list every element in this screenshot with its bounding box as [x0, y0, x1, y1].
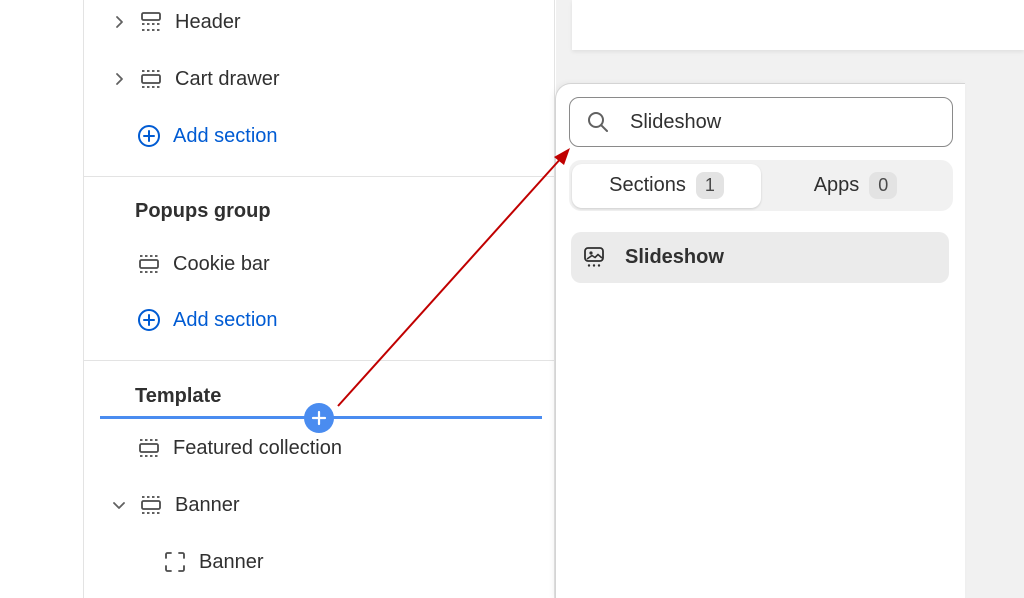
slideshow-icon — [583, 246, 607, 270]
add-section-button[interactable]: Add section — [137, 118, 278, 154]
sidebar-item-label: Cookie bar — [173, 252, 270, 275]
header-section-icon — [139, 10, 163, 34]
section-icon — [137, 436, 161, 460]
group-divider — [84, 176, 554, 177]
tab-sections[interactable]: Sections 1 — [572, 163, 761, 208]
result-label: Slideshow — [625, 246, 724, 268]
plus-circle-icon — [137, 124, 161, 148]
picker-tabs: Sections 1 Apps 0 — [569, 160, 953, 211]
plus-icon — [311, 410, 327, 426]
tab-label: Apps — [813, 174, 860, 196]
chevron-down-icon[interactable] — [109, 495, 129, 515]
sidebar-item-label: Header — [175, 10, 241, 33]
sidebar-item-banner[interactable]: Banner — [109, 487, 240, 523]
search-icon — [586, 110, 610, 134]
section-icon — [139, 493, 163, 517]
search-field[interactable] — [569, 97, 953, 147]
tab-label: Sections — [609, 174, 686, 196]
result-item-slideshow[interactable]: Slideshow — [571, 232, 949, 283]
count-badge: 0 — [869, 172, 898, 199]
chevron-right-icon[interactable] — [109, 69, 129, 89]
left-gutter — [0, 0, 83, 598]
chevron-right-icon[interactable] — [109, 12, 129, 32]
section-sidebar: Header Cart drawer Add section Popups gr… — [83, 0, 555, 598]
insert-section-button[interactable] — [304, 403, 334, 433]
preview-header-area — [572, 0, 1024, 50]
sidebar-item-cart-drawer[interactable]: Cart drawer — [109, 61, 279, 97]
plus-circle-icon — [137, 308, 161, 332]
block-item-label: Banner — [199, 550, 264, 573]
count-badge: 1 — [695, 172, 724, 199]
preview-background-strip — [556, 0, 572, 50]
sidebar-item-label: Cart drawer — [175, 67, 280, 90]
add-section-button[interactable]: Add section — [137, 302, 278, 338]
block-icon — [163, 550, 187, 574]
add-section-label: Add section — [173, 124, 278, 147]
sidebar-item-label: Banner — [175, 493, 240, 516]
group-title-template: Template — [135, 385, 222, 407]
add-section-label: Add section — [173, 308, 278, 331]
sidebar-item-header[interactable]: Header — [109, 4, 241, 40]
sidebar-item-cookie-bar[interactable]: Cookie bar — [137, 246, 270, 282]
group-divider — [84, 360, 554, 361]
section-icon — [137, 252, 161, 276]
section-picker-popover: Sections 1 Apps 0 Slideshow — [555, 83, 965, 598]
tab-apps[interactable]: Apps 0 — [761, 164, 950, 208]
group-title-popups: Popups group — [135, 200, 271, 222]
section-icon — [139, 67, 163, 91]
sidebar-item-featured-collection[interactable]: Featured collection — [137, 430, 342, 466]
sidebar-item-label: Featured collection — [173, 436, 342, 459]
search-input[interactable] — [630, 110, 930, 134]
block-item-banner[interactable]: Banner — [163, 544, 264, 580]
